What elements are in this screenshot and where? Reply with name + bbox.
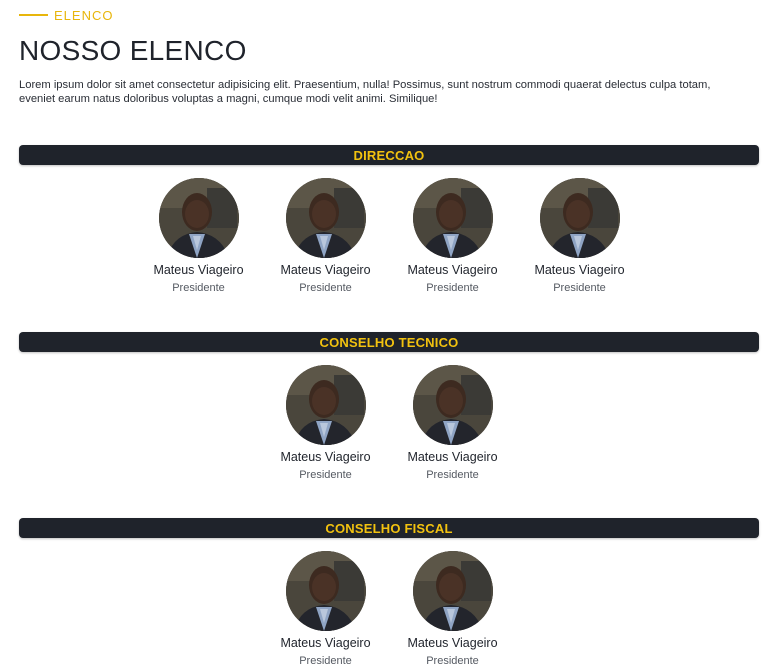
member-name: Mateus Viageiro (407, 636, 498, 650)
member-name: Mateus Viageiro (153, 263, 244, 277)
member-role: Presidente (299, 282, 352, 294)
avatar (285, 365, 366, 445)
member-card[interactable]: Mateus Viageiro Presidente (135, 178, 262, 294)
member-role: Presidente (426, 655, 479, 667)
member-list: Mateus Viageiro Presidente Mateus Viagei… (19, 551, 759, 667)
avatar (412, 365, 493, 445)
member-name: Mateus Viageiro (407, 263, 498, 277)
member-role: Presidente (426, 469, 479, 481)
member-name: Mateus Viageiro (280, 263, 371, 277)
member-card[interactable]: Mateus Viageiro Presidente (262, 551, 389, 667)
section-header: CONSELHO FISCAL (19, 518, 759, 538)
section-header: CONSELHO TECNICO (19, 332, 759, 352)
avatar (412, 551, 493, 631)
member-name: Mateus Viageiro (407, 450, 498, 464)
member-card[interactable]: Mateus Viageiro Presidente (262, 178, 389, 294)
member-card[interactable]: Mateus Viageiro Presidente (516, 178, 643, 294)
intro-paragraph: Lorem ipsum dolor sit amet consectetur a… (19, 79, 711, 105)
section-conselho-fiscal: CONSELHO FISCAL Mateus Viageiro Presiden… (19, 518, 759, 667)
member-role: Presidente (553, 282, 606, 294)
member-list: Mateus Viageiro Presidente Mateus Viagei… (19, 365, 759, 481)
member-card[interactable]: Mateus Viageiro Presidente (389, 178, 516, 294)
avatar (285, 178, 366, 258)
eyebrow-divider (19, 14, 48, 16)
section-title: DIRECCAO (353, 147, 425, 163)
avatar (285, 551, 366, 631)
member-name: Mateus Viageiro (534, 263, 625, 277)
member-card[interactable]: Mateus Viageiro Presidente (389, 551, 516, 667)
eyebrow-label: ELENCO (54, 7, 114, 23)
avatar (158, 178, 239, 258)
section-conselho-tecnico: CONSELHO TECNICO Mateus Viageiro Preside… (19, 332, 759, 481)
member-list: Mateus Viageiro Presidente Mateus Viagei… (19, 178, 759, 294)
member-role: Presidente (299, 655, 352, 667)
section-direccao: DIRECCAO Mateus Viageiro Presidente Mate… (19, 145, 759, 294)
member-card[interactable]: Mateus Viageiro Presidente (389, 365, 516, 481)
member-card[interactable]: Mateus Viageiro Presidente (262, 365, 389, 481)
avatar (539, 178, 620, 258)
member-name: Mateus Viageiro (280, 450, 371, 464)
section-header: DIRECCAO (19, 145, 759, 165)
section-title: CONSELHO FISCAL (325, 520, 453, 536)
section-eyebrow: ELENCO (19, 0, 760, 30)
page-title: NOSSO ELENCO (19, 35, 247, 66)
member-role: Presidente (172, 282, 225, 294)
member-role: Presidente (426, 282, 479, 294)
member-role: Presidente (299, 469, 352, 481)
section-title: CONSELHO TECNICO (319, 334, 459, 350)
avatar (412, 178, 493, 258)
member-name: Mateus Viageiro (280, 636, 371, 650)
